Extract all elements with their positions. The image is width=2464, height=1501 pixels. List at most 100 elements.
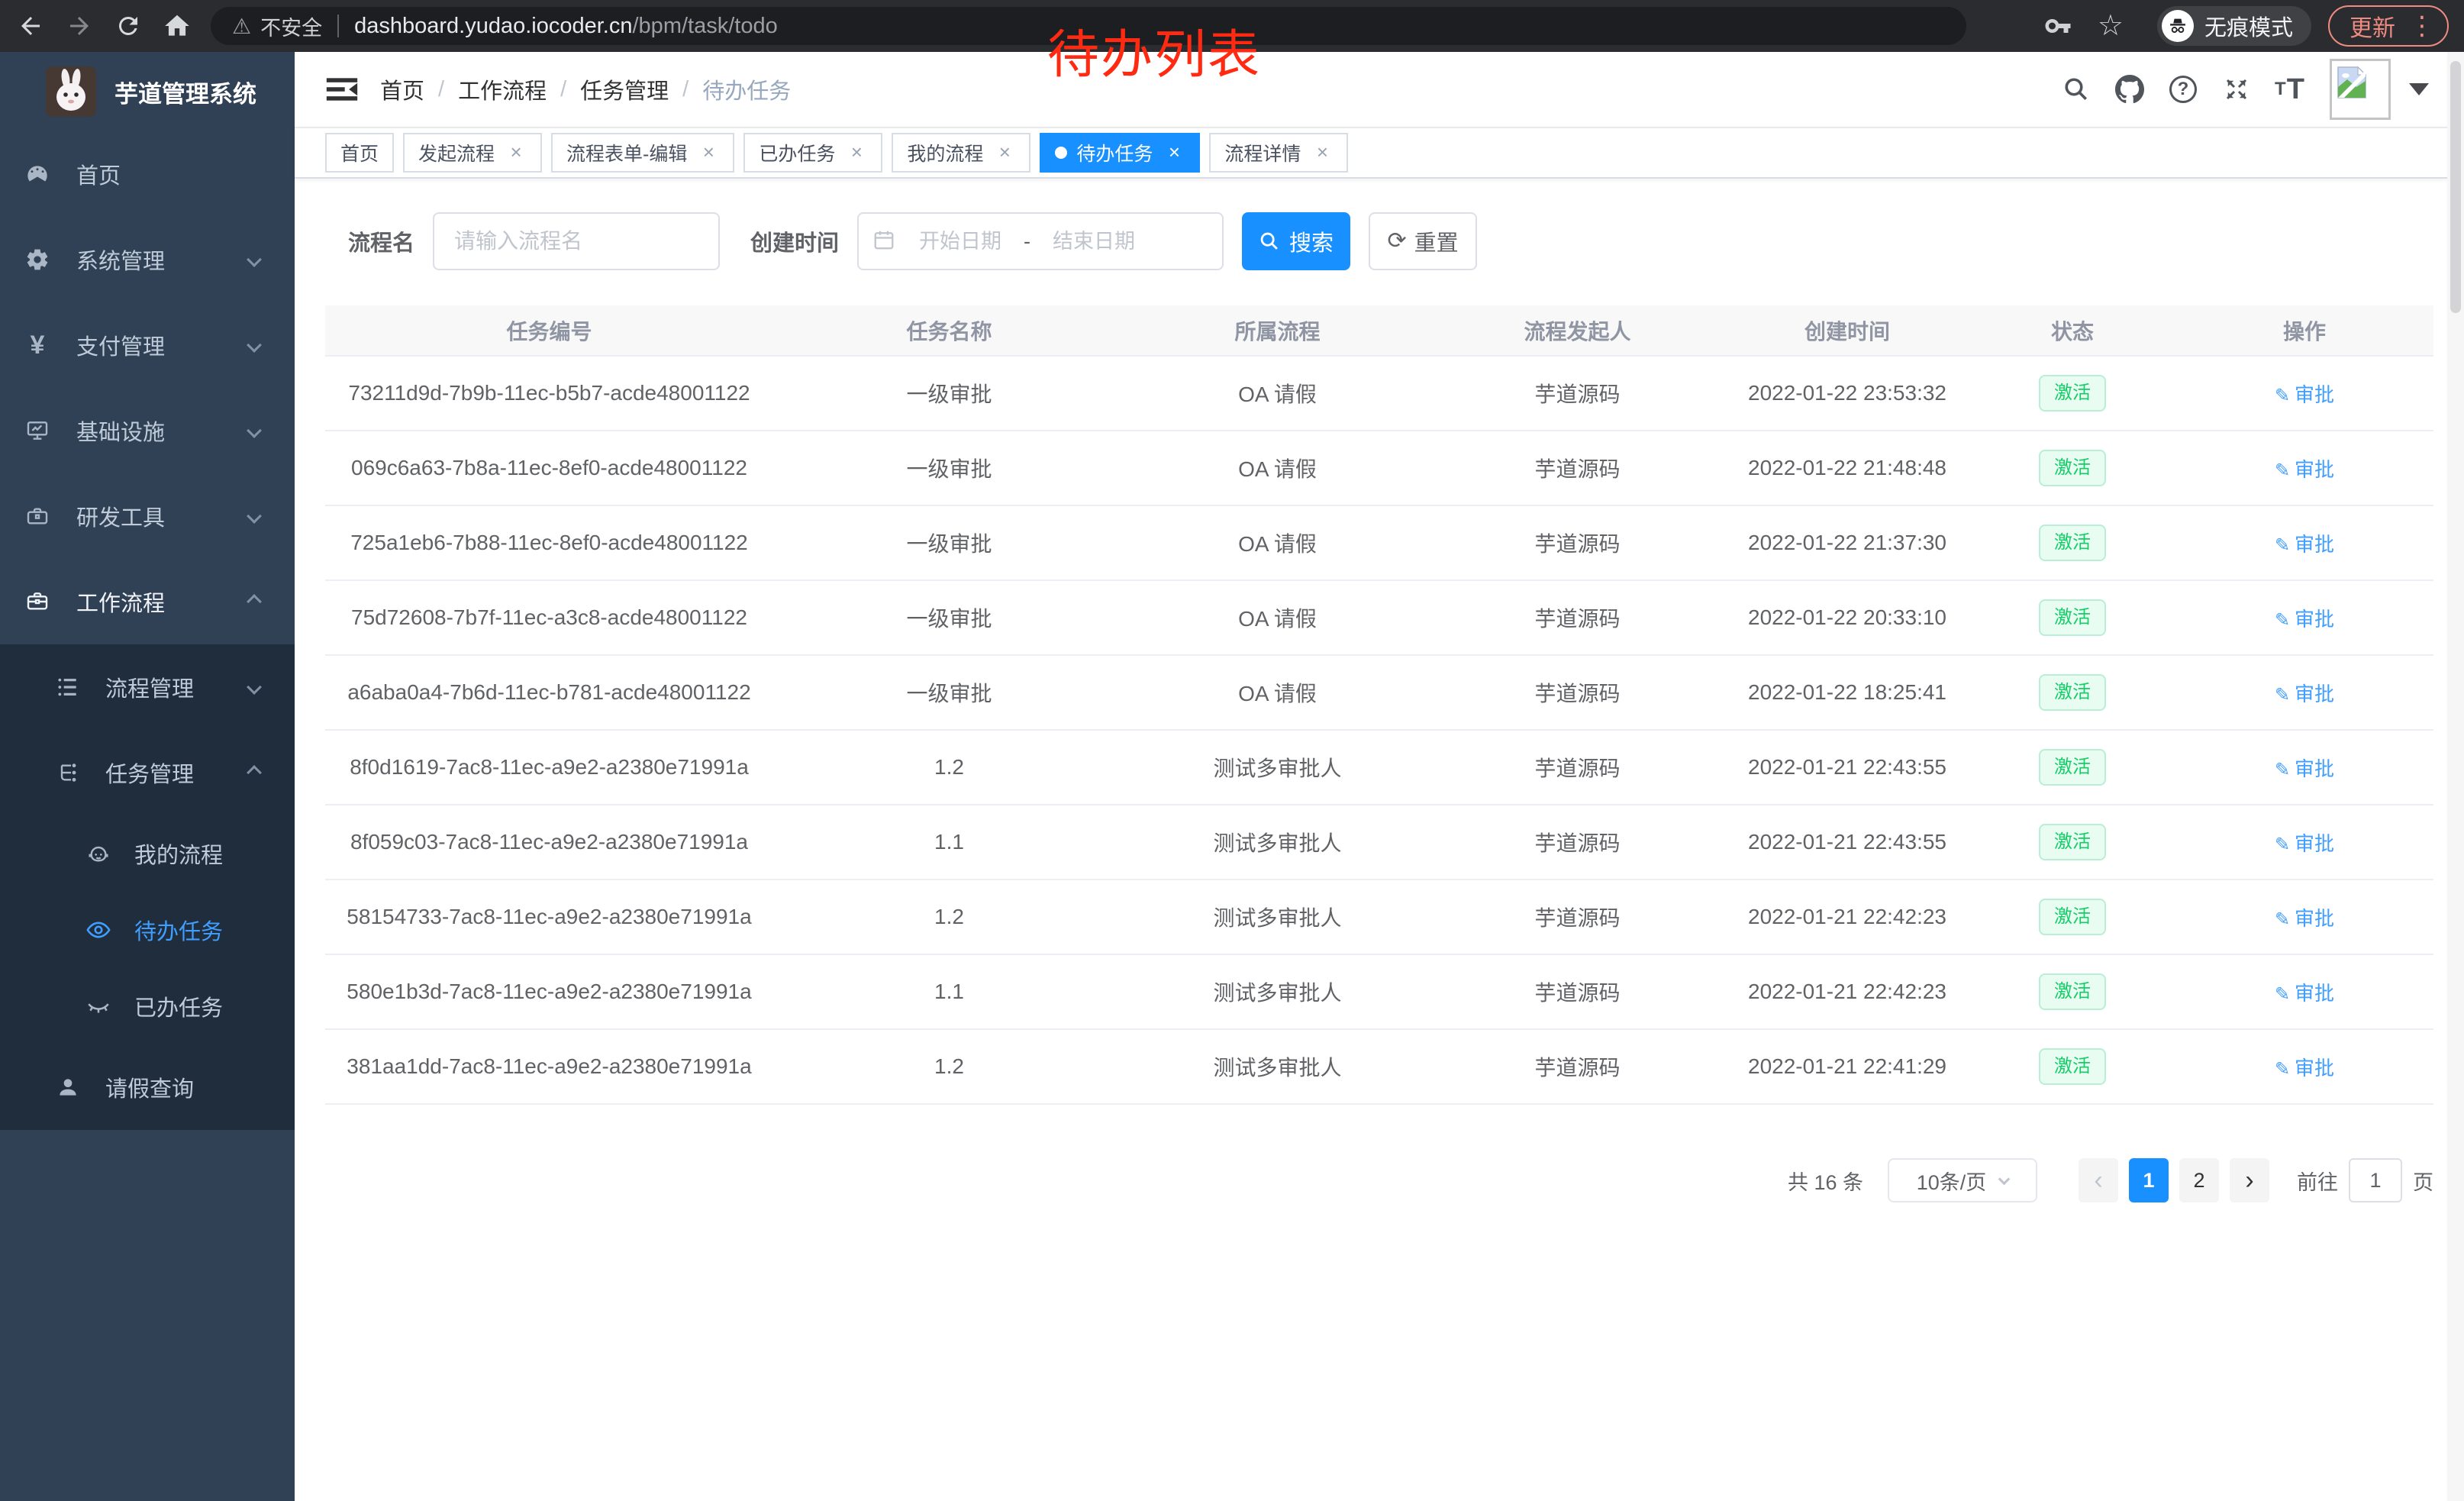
date-range-picker[interactable]: - [857,212,1224,270]
forward-icon[interactable] [55,5,104,47]
table-header-row: 任务编号 任务名称 所属流程 流程发起人 创建时间 状态 操作 [325,305,2433,356]
cell-process: 测试多审批人 [1125,805,1430,880]
approve-link[interactable]: ✎审批 [2275,683,2334,705]
approve-link[interactable]: ✎审批 [2275,982,2334,1005]
sidebar-item-label: 工作流程 [76,586,165,618]
breadcrumb-task-management[interactable]: 任务管理 [580,73,669,105]
tab-todo-tasks[interactable]: 待办任务 × [1040,133,1200,173]
tab-process-detail[interactable]: 流程详情 × [1209,133,1348,173]
close-icon[interactable]: × [994,142,1015,163]
process-name-input[interactable] [433,212,720,270]
approve-link[interactable]: ✎审批 [2275,832,2334,855]
sidebar-item-todo-tasks[interactable]: 待办任务 [0,892,295,968]
refresh-icon: ⟳ [1387,230,1406,253]
tab-done-tasks[interactable]: 已办任务 × [743,133,882,173]
tab-process-form-edit[interactable]: 流程表单-编辑 × [551,133,734,173]
approve-link[interactable]: ✎审批 [2275,533,2334,556]
url-path: /bpm/task/todo [633,14,778,39]
cell-process: OA 请假 [1125,356,1430,431]
close-icon[interactable]: × [1311,142,1333,163]
close-icon[interactable]: × [1163,142,1185,163]
status-badge: 激活 [2039,824,2106,861]
cell-actions: ✎审批 [2175,505,2433,580]
help-icon[interactable]: ? [2166,73,2200,106]
github-icon[interactable] [2113,73,2146,106]
start-date-input[interactable] [903,230,1018,253]
page-button-1[interactable]: 1 [2129,1158,2169,1202]
next-page-button[interactable]: › [2230,1158,2269,1202]
cell-actions: ✎审批 [2175,431,2433,505]
app-title: 芋道管理系统 [114,75,256,109]
scrollbar-thumb[interactable] [2450,61,2461,313]
back-icon[interactable] [6,5,55,47]
avatar[interactable] [2330,59,2391,120]
sidebar-item-system[interactable]: 系统管理 [0,217,295,302]
toolbox-icon [24,503,50,529]
browser-scrollbar[interactable] [2447,52,2464,1501]
reset-button[interactable]: ⟳ 重置 [1369,212,1477,270]
home-icon[interactable] [153,5,202,47]
sidebar-item-my-process[interactable]: 我的流程 [0,815,295,892]
search-form: 流程名 创建时间 - 搜索 [325,212,2433,270]
approve-link[interactable]: ✎审批 [2275,458,2334,481]
edit-icon: ✎ [2275,535,2290,556]
close-icon[interactable]: × [846,142,867,163]
sidebar-item-payment[interactable]: ¥ 支付管理 [0,302,295,388]
sidebar-toggle-icon[interactable] [324,73,360,106]
url-divider [337,15,339,37]
tab-my-process[interactable]: 我的流程 × [892,133,1030,173]
cell-task-id: 58154733-7ac8-11ec-a9e2-a2380e71991a [325,880,773,954]
reload-icon[interactable] [104,5,153,47]
page-button-2[interactable]: 2 [2179,1158,2219,1202]
process-name-label: 流程名 [348,225,414,257]
approve-link[interactable]: ✎审批 [2275,608,2334,631]
not-secure-label[interactable]: 不安全 [260,11,322,41]
col-starter: 流程发起人 [1430,305,1725,356]
table-row: 75d72608-7b7f-11ec-a3c8-acde48001122 一级审… [325,580,2433,655]
end-date-input[interactable] [1037,230,1151,253]
sidebar-item-task-management[interactable]: 任务管理 [0,730,295,815]
cell-status: 激活 [1969,954,2175,1029]
breadcrumb-workflow[interactable]: 工作流程 [458,73,547,105]
cell-starter: 芋道源码 [1430,1029,1725,1104]
approve-link[interactable]: ✎审批 [2275,1057,2334,1080]
cell-task-id: 8f0d1619-7ac8-11ec-a9e2-a2380e71991a [325,730,773,805]
sidebar-item-label: 首页 [76,158,121,190]
browser-update-button[interactable]: 更新 ⋮ [2328,5,2449,47]
tab-start-process[interactable]: 发起流程 × [403,133,542,173]
page-size-select[interactable]: 10条/页 [1888,1158,2037,1202]
close-icon[interactable]: × [505,142,527,163]
approve-link[interactable]: ✎审批 [2275,383,2334,406]
edit-icon: ✎ [2275,834,2290,855]
sidebar-item-infrastructure[interactable]: 基础设施 [0,388,295,473]
sidebar-item-process-management[interactable]: 流程管理 [0,644,295,730]
sidebar-item-leave-query[interactable]: 请假查询 [0,1044,295,1130]
col-actions: 操作 [2175,305,2433,356]
chevron-down-icon [247,423,262,438]
avatar-caret-icon[interactable] [2409,83,2429,95]
col-task-name: 任务名称 [773,305,1125,356]
prev-page-button[interactable]: ‹ [2079,1158,2118,1202]
tab-label: 发起流程 [418,139,495,166]
goto-page-input[interactable] [2349,1158,2402,1202]
font-size-icon[interactable]: TT [2273,73,2307,106]
sidebar-item-done-tasks[interactable]: 已办任务 [0,968,295,1044]
sidebar-item-dev-tools[interactable]: 研发工具 [0,473,295,559]
fullscreen-icon[interactable] [2220,73,2253,106]
search-button[interactable]: 搜索 [1242,212,1350,270]
sidebar-item-label: 请假查询 [105,1071,194,1103]
bookmark-star-icon[interactable]: ☆ [2098,11,2124,40]
browser-menu-icon[interactable]: ⋮ [2409,13,2435,39]
approve-link[interactable]: ✎审批 [2275,757,2334,780]
cell-task-name: 1.2 [773,880,1125,954]
close-icon[interactable]: × [698,142,719,163]
search-icon[interactable] [2059,73,2093,106]
breadcrumb-home[interactable]: 首页 [380,73,424,105]
date-range-separator: - [1024,230,1030,253]
approve-link[interactable]: ✎审批 [2275,907,2334,930]
app-logo[interactable]: 芋道管理系统 [0,52,295,131]
sidebar-item-workflow[interactable]: 工作流程 [0,559,295,644]
tab-home[interactable]: 首页 [325,133,394,173]
sidebar-item-home[interactable]: 首页 [0,131,295,217]
password-key-icon[interactable] [2044,12,2072,40]
